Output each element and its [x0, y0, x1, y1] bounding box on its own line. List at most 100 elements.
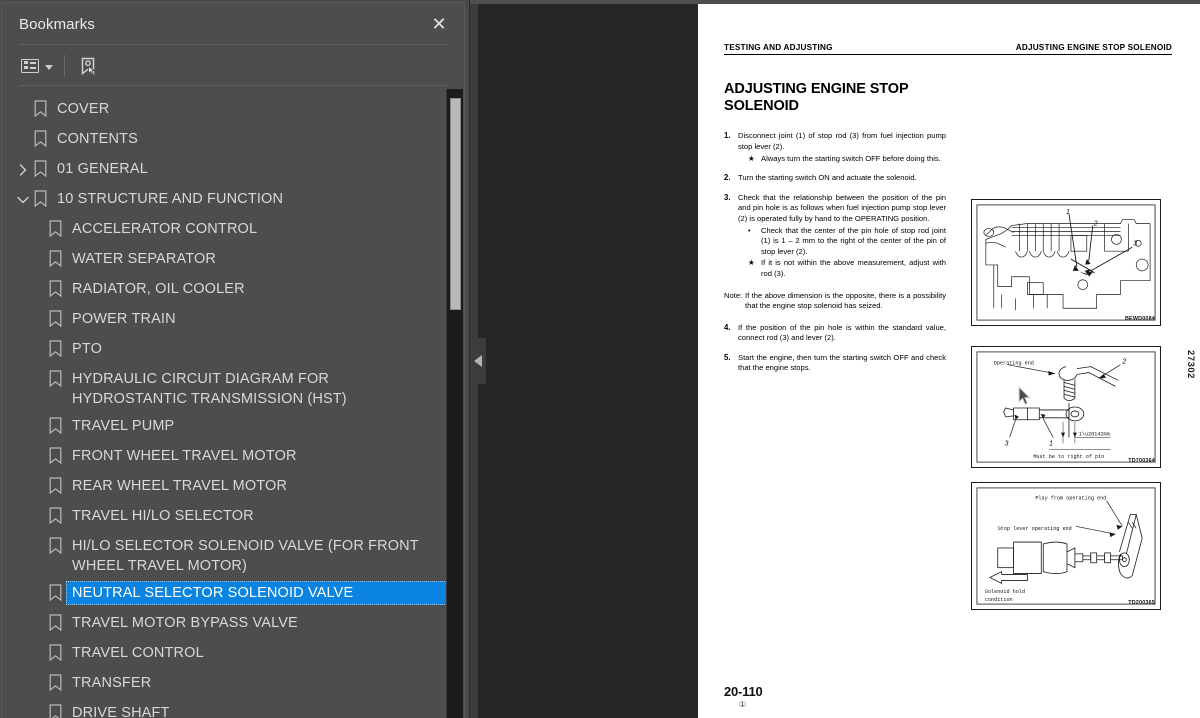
bookmark-icon [49, 340, 62, 357]
bookmark-icon [49, 644, 62, 661]
bookmark-icon [49, 447, 62, 464]
bookmark-icon [49, 477, 62, 494]
panel-collapse-handle[interactable] [470, 338, 486, 384]
step-sub-item: ★ Always turn the starting switch OFF bef… [738, 154, 946, 165]
bookmark-icon [49, 584, 62, 601]
bookmark-item[interactable]: 10 STRUCTURE AND FUNCTION [2, 185, 447, 215]
bookmark-icon [49, 477, 62, 494]
bookmark-item[interactable]: PTO [2, 335, 447, 365]
scrollbar-thumb[interactable] [450, 98, 461, 310]
bookmarks-panel-header: Bookmarks ✕ [2, 3, 464, 45]
bookmark-item[interactable]: TRAVEL MOTOR BYPASS VALVE [2, 609, 447, 639]
bookmark-icon [49, 370, 62, 387]
running-head: TESTING AND ADJUSTING ADJUSTING ENGINE S… [724, 43, 1172, 52]
bookmark-icon [34, 160, 47, 177]
step-body: Turn the starting switch ON and actuate … [738, 173, 946, 184]
svg-text:Solenoid hold: Solenoid hold [985, 590, 1025, 596]
bookmark-icon [49, 537, 62, 554]
svg-text:Operating end: Operating end [994, 361, 1034, 367]
bookmarks-scrollbar[interactable] [446, 89, 463, 718]
bookmark-icon [49, 447, 62, 464]
bookmarks-toolbar [2, 45, 464, 86]
figure-engine-assembly: 1 2 3 BEWD0084 [971, 199, 1161, 327]
bookmark-item[interactable]: TRAVEL HI/LO SELECTOR [2, 502, 447, 532]
pdf-page: 27302 TESTING AND ADJUSTING ADJUSTING EN… [698, 4, 1200, 718]
bookmark-icon [49, 250, 62, 267]
step-number: 3. [724, 192, 731, 202]
bookmark-icon [49, 537, 62, 554]
bookmarks-panel-inner: Bookmarks ✕ COVER CONTENTS 01 GENERAL 10… [1, 2, 465, 718]
bookmark-label: TRAVEL MOTOR BYPASS VALVE [72, 615, 298, 631]
step-sub-item: ★ If it is not within the above measureme… [738, 258, 946, 279]
figure-solenoid-hold: Play from operating end Stop lever opera… [971, 482, 1161, 611]
chevron-right-icon[interactable] [16, 163, 30, 177]
close-icon[interactable]: ✕ [426, 11, 452, 37]
svg-text:1: 1 [1049, 441, 1053, 448]
running-head-right: ADJUSTING ENGINE STOP SOLENOID [1015, 43, 1172, 52]
bookmark-item[interactable]: TRANSFER [2, 669, 447, 699]
sub-text: If it is not within the above measuremen… [761, 258, 946, 278]
bookmark-item[interactable]: RADIATOR, OIL COOLER [2, 275, 447, 305]
step-number: 1. [724, 131, 731, 141]
list-options-icon[interactable] [21, 53, 53, 79]
bookmark-label: HYDRAULIC CIRCUIT DIAGRAM FOR HYDROSTANT… [72, 371, 347, 407]
step-body: Start the engine, then turn the starting… [738, 353, 946, 374]
page-title: ADJUSTING ENGINE STOP SOLENOID [724, 81, 909, 115]
bookmark-item[interactable]: ACCELERATOR CONTROL [2, 215, 447, 245]
step-number: 4. [724, 322, 731, 332]
bookmark-item[interactable]: POWER TRAIN [2, 305, 447, 335]
page-number: 20-110 [724, 684, 763, 699]
new-bookmark-icon[interactable] [78, 53, 98, 79]
figure-solenoid-hold-drawing: Play from operating end Stop lever opera… [976, 487, 1156, 605]
bookmark-item[interactable]: CONTENTS [2, 125, 447, 155]
bookmark-item[interactable]: DRIVE SHAFT [2, 699, 447, 718]
pdf-viewer-area: 27302 TESTING AND ADJUSTING ADJUSTING EN… [470, 0, 1200, 718]
bookmark-label: 10 STRUCTURE AND FUNCTION [57, 191, 284, 207]
bookmark-item[interactable]: REAR WHEEL TRAVEL MOTOR [2, 472, 447, 502]
bookmark-icon [49, 417, 62, 434]
chevron-right-icon [19, 164, 27, 176]
bookmark-label: TRAVEL HI/LO SELECTOR [72, 508, 254, 524]
step-body: Disconnect joint (1) of stop rod (3) fro… [738, 131, 946, 164]
procedure-step: 1. Disconnect joint (1) of stop rod (3) f… [724, 131, 946, 164]
figure-code: BEWD0084 [1124, 316, 1155, 323]
figure-code: TD200365 [1128, 600, 1155, 607]
bookmark-item[interactable]: TRAVEL PUMP [2, 412, 447, 442]
bookmark-icon [49, 674, 62, 691]
bookmark-item[interactable]: COVER [2, 95, 447, 125]
bookmark-label: DRIVE SHAFT [72, 705, 170, 718]
page-mark: ① [739, 700, 747, 709]
pdf-reader-window: Bookmarks ✕ COVER CONTENTS 01 GENERAL 10… [0, 0, 1200, 718]
bookmark-icon [49, 614, 62, 631]
step-number: 5. [724, 352, 731, 362]
step-body: Check that the relationship between the … [738, 193, 946, 280]
bookmark-icon [49, 370, 62, 387]
bookmark-icon [34, 100, 47, 117]
bookmark-icon [34, 190, 47, 207]
bookmarks-tree-scroll: COVER CONTENTS 01 GENERAL 10 STRUCTURE AND … [2, 87, 464, 718]
bookmark-icon [49, 584, 62, 601]
page-footer: 20-110 ① [724, 684, 763, 709]
new-bookmark-glyph [81, 57, 96, 75]
svg-text:3: 3 [1133, 241, 1137, 248]
bookmark-icon [34, 130, 47, 147]
svg-text:Stop lever operating end: Stop lever operating end [998, 527, 1072, 533]
bookmark-item[interactable]: 01 GENERAL [2, 155, 447, 185]
bookmark-item[interactable]: HYDRAULIC CIRCUIT DIAGRAM FOR HYDROSTANT… [2, 365, 447, 412]
chevron-down-icon [17, 196, 29, 204]
bookmark-item[interactable]: HI/LO SELECTOR SOLENOID VALVE (FOR FRONT… [2, 532, 447, 579]
bookmark-item[interactable]: NEUTRAL SELECTOR SOLENOID VALVE [2, 579, 447, 609]
bookmark-icon [49, 220, 62, 237]
svg-text:3: 3 [1005, 441, 1009, 448]
figure-stop-rod-joint: Operating end 1\u20142mm Must be to righ… [971, 346, 1161, 469]
step-sub-item: • Check that the center of the pin hole o… [738, 226, 946, 258]
bookmark-icon [34, 160, 47, 177]
bookmark-item[interactable]: FRONT WHEEL TRAVEL MOTOR [2, 442, 447, 472]
running-head-left: TESTING AND ADJUSTING [724, 43, 833, 52]
svg-text:2: 2 [1093, 221, 1098, 228]
bookmark-item[interactable]: WATER SEPARATOR [2, 245, 447, 275]
bookmark-item[interactable]: TRAVEL CONTROL [2, 639, 447, 669]
bookmark-label: CONTENTS [57, 131, 138, 147]
chevron-down-icon[interactable] [16, 193, 30, 207]
procedure-step: 4. If the position of the pin hole is wit… [724, 323, 946, 344]
